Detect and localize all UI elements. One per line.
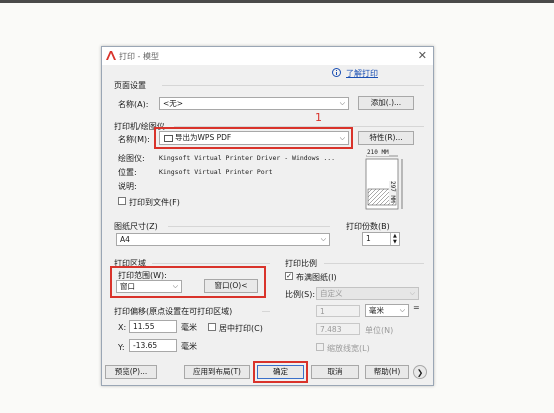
spin-down-icon[interactable]: ▼ (393, 239, 397, 245)
offset-y-unit: 毫米 (181, 342, 197, 351)
copies-label: 打印份数(B) (346, 222, 390, 231)
more-options-button[interactable]: ❯ (413, 365, 427, 379)
print-area-separator (152, 263, 270, 264)
learn-print-link[interactable]: 了解打印 (346, 68, 378, 79)
plot-scale-separator (324, 263, 424, 264)
print-dialog: 打印 - 模型 ✕ 了解打印 页面设置 名称(A): <无> ⌵ 添加(.)..… (101, 46, 434, 386)
center-plot-checkbox[interactable] (208, 323, 216, 331)
window-title: 打印 - 模型 (119, 52, 159, 61)
copies-value: 1 (366, 234, 371, 243)
printer-highlight-box (154, 127, 353, 149)
plot-scale-title: 打印比例 (285, 259, 317, 268)
offset-y-input[interactable]: -13.65 (129, 339, 177, 352)
scale-unit-select[interactable]: 毫米 ⌵ (365, 304, 409, 317)
copies-spinner[interactable]: ▲ ▼ (390, 233, 400, 245)
description-label: 说明: (118, 182, 137, 191)
scale-unit1: 毫米 (369, 306, 384, 315)
fit-to-paper-label: 布满图纸(I) (296, 273, 337, 282)
cancel-button[interactable]: 取消 (311, 365, 359, 379)
offset-x-unit: 毫米 (181, 323, 197, 332)
preview-width-label: 210 MM (367, 149, 389, 156)
page-setup-separator (162, 85, 424, 86)
title-bar: 打印 - 模型 ✕ (102, 47, 433, 65)
page-setup-name-select[interactable]: <无> ⌵ (159, 97, 349, 110)
add-page-setup-button[interactable]: 添加(.)... (358, 96, 414, 110)
scale-value2-input[interactable]: 7.483 (316, 323, 360, 335)
offset-y-label: Y: (118, 343, 125, 352)
scale-equals: = (413, 303, 420, 312)
paper-size-separator (168, 226, 330, 227)
scale-lineweights-checkbox[interactable] (316, 343, 324, 351)
scale-lineweights-label: 缩放线宽(L) (327, 344, 370, 353)
print-offset-separator (262, 311, 270, 312)
chevron-down-icon: ⌵ (399, 306, 405, 314)
plotter-label: 绘图仪: (118, 154, 145, 163)
offset-x-value: 11.55 (133, 322, 155, 331)
fit-to-paper-checkbox[interactable]: ✓ (285, 272, 293, 280)
chevron-down-icon: ⌵ (339, 99, 345, 107)
scale-ratio-value: 自定义 (320, 289, 343, 298)
location-value: Kingsoft Virtual Printer Port (159, 168, 273, 176)
printer-name-label: 名称(M): (118, 135, 150, 144)
offset-x-input[interactable]: 11.55 (129, 320, 177, 333)
offset-y-value: -13.65 (133, 341, 158, 350)
printer-properties-button[interactable]: 特性(R)... (358, 131, 414, 145)
print-offset-title: 打印偏移(原点设置在可打印区域) (114, 307, 233, 316)
info-icon (332, 68, 341, 77)
chevron-down-icon: ⌵ (320, 235, 326, 243)
scale-value2: 7.483 (320, 325, 342, 334)
preview-button[interactable]: 预览(P)... (105, 365, 157, 379)
chevron-right-icon: ❯ (416, 368, 424, 377)
close-icon[interactable]: ✕ (418, 49, 427, 62)
scale-ratio-select[interactable]: 自定义 ⌵ (316, 287, 419, 300)
center-plot-label: 居中打印(C) (219, 324, 263, 333)
print-to-file-label: 打印到文件(F) (129, 198, 180, 207)
paper-size-select[interactable]: A4 ⌵ (116, 233, 330, 246)
autocad-app-icon (106, 51, 116, 60)
scale-value1: 1 (320, 307, 325, 316)
page-setup-name-value: <无> (163, 99, 184, 108)
print-to-file-checkbox[interactable] (118, 197, 126, 205)
offset-x-label: X: (118, 323, 127, 332)
paper-preview: 210 MM 297 MM (362, 149, 416, 213)
print-area-highlight-box (110, 266, 266, 298)
apply-to-layout-button[interactable]: 应用到布局(T) (184, 365, 250, 379)
page-setup-name-label: 名称(A): (118, 100, 149, 109)
top-border (0, 0, 554, 3)
paper-size-value: A4 (120, 235, 130, 244)
preview-height-label: 297 MM (389, 181, 396, 203)
paper-size-title: 图纸尺寸(Z) (114, 222, 158, 231)
scale-value1-input[interactable]: 1 (316, 305, 360, 317)
annotation-number-1: 1 (315, 111, 322, 124)
check-icon: ✓ (286, 272, 292, 280)
help-button[interactable]: 帮助(H) (365, 365, 409, 379)
scale-ratio-label: 比例(S): (285, 290, 316, 299)
chevron-down-icon: ⌵ (409, 289, 415, 297)
page-setup-title: 页面设置 (114, 81, 146, 90)
plotter-value: Kingsoft Virtual Printer Driver - Window… (159, 154, 336, 162)
scale-unit2: 单位(N) (365, 326, 394, 335)
location-label: 位置: (118, 168, 137, 177)
ok-highlight-box (253, 361, 308, 383)
